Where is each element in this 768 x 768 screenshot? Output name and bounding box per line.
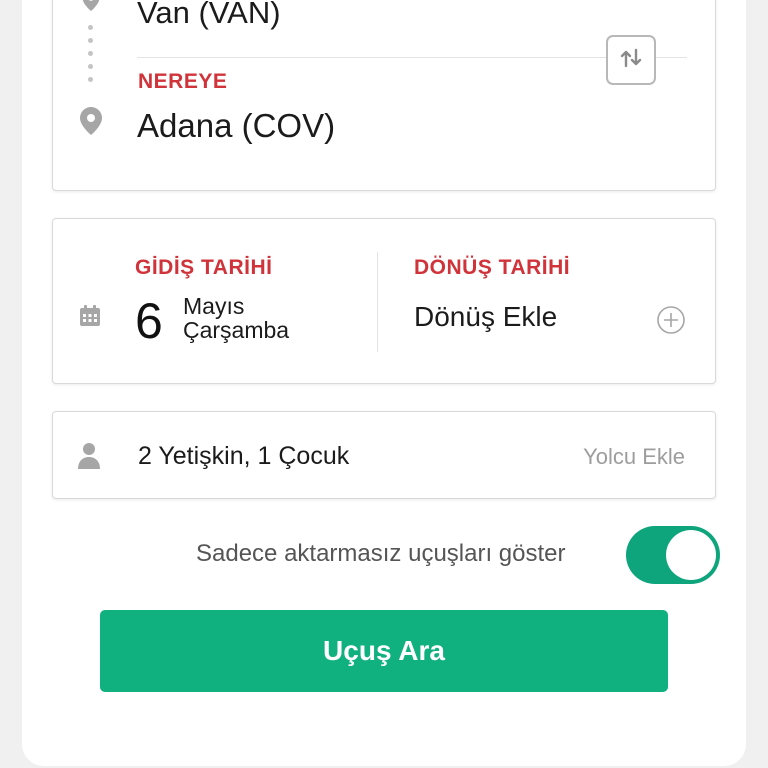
add-return-date[interactable]: Dönüş Ekle <box>414 301 557 333</box>
date-divider <box>377 252 378 352</box>
add-passenger-link[interactable]: Yolcu Ekle <box>583 444 685 470</box>
person-icon <box>77 442 101 475</box>
direct-flights-toggle[interactable] <box>626 526 720 584</box>
route-dots <box>88 25 94 90</box>
swap-route-button[interactable] <box>606 35 656 85</box>
departure-month[interactable]: Mayıs <box>183 294 244 318</box>
passenger-summary: 2 Yetişkin, 1 Çocuk <box>138 442 350 470</box>
direct-flights-label: Sadece aktarmasız uçuşları göster <box>196 540 566 567</box>
destination-city[interactable]: Adana (COV) <box>137 107 335 145</box>
destination-pin-icon <box>80 107 102 140</box>
toggle-knob <box>666 530 716 580</box>
search-flights-button[interactable]: Uçuş Ara <box>100 610 668 692</box>
departure-weekday[interactable]: Çarşamba <box>183 318 289 342</box>
departure-date-label: GİDİŞ TARİHİ <box>135 256 273 279</box>
origin-pin-icon <box>80 0 102 16</box>
route-card: Van (VAN) NEREYE Adana (COV) <box>52 0 716 191</box>
passenger-card[interactable]: 2 Yetişkin, 1 Çocuk Yolcu Ekle <box>52 411 716 499</box>
return-date-label: DÖNÜŞ TARİHİ <box>414 256 571 279</box>
origin-city[interactable]: Van (VAN) <box>137 0 281 31</box>
date-card: GİDİŞ TARİHİ 6 Mayıs Çarşamba DÖNÜŞ TARİ… <box>52 218 716 384</box>
calendar-icon <box>79 305 101 332</box>
swap-arrows-icon <box>620 47 642 74</box>
departure-day[interactable]: 6 <box>135 293 163 349</box>
plus-circle-icon[interactable] <box>656 305 686 335</box>
route-divider <box>137 57 687 58</box>
destination-label: NEREYE <box>138 70 228 93</box>
